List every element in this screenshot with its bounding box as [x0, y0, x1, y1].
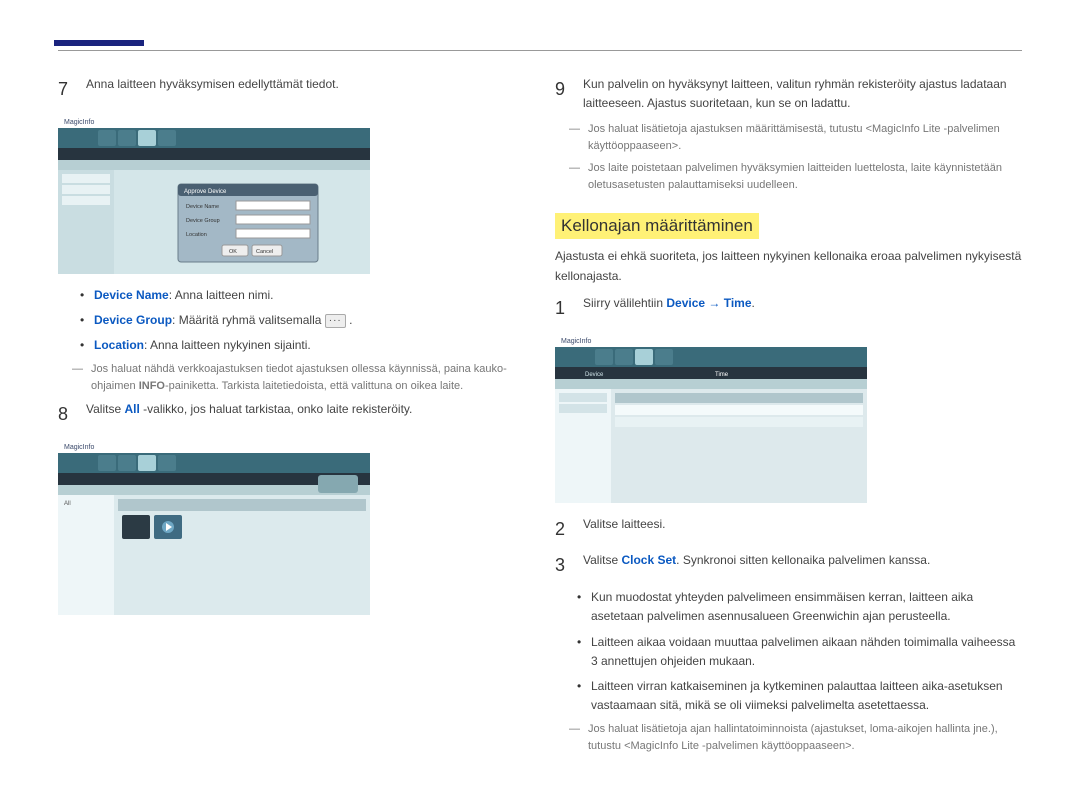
step-9: 9 Kun palvelin on hyväksynyt laitteen, v… [555, 75, 1022, 113]
term: Location [94, 338, 144, 352]
step-text: Valitse All -valikko, jos haluat tarkist… [86, 400, 525, 429]
step-number: 8 [58, 400, 74, 429]
step-number: 7 [58, 75, 74, 104]
step-1: 1 Siirry välilehtiin Device → Time. [555, 294, 1022, 323]
step-text: Anna laitteen hyväksymisen edellyttämät … [86, 75, 525, 104]
step-text: Valitse laitteesi. [583, 515, 1022, 544]
bullet-device-group: Device Group: Määritä ryhmä valitsemalla… [78, 311, 525, 330]
right-column: 9 Kun palvelin on hyväksynyt laitteen, v… [555, 75, 1022, 760]
header-rule [58, 50, 1022, 51]
bullet-r1: Kun muodostat yhteyden palvelimeen ensim… [575, 588, 1022, 626]
bullet-r3: Laitteen virran katkaiseminen ja kytkemi… [575, 677, 1022, 715]
svg-text:Device Name: Device Name [186, 204, 219, 210]
svg-text:Location: Location [186, 232, 207, 238]
bullet-list-right: Kun muodostat yhteyden palvelimeen ensim… [575, 588, 1022, 715]
step-number: 3 [555, 551, 571, 580]
note-info-button: ― Jos haluat nähdä verkkoajastuksen tied… [72, 361, 525, 394]
screenshot-approve-dialog: MagicInfo Approve Dev [58, 114, 370, 274]
step-text: Valitse Clock Set. Synkronoi sitten kell… [583, 551, 1022, 580]
svg-text:Device Group: Device Group [186, 218, 220, 224]
screenshot-device-list: MagicInfo All [58, 439, 370, 615]
svg-text:Time: Time [715, 372, 729, 378]
svg-text:MagicInfo: MagicInfo [561, 338, 591, 345]
bullet-list-left: Device Name: Anna laitteen nimi. Device … [78, 286, 525, 356]
section-heading-clock: Kellonajan määrittäminen [555, 213, 759, 239]
step-text: Siirry välilehtiin Device → Time. [583, 294, 1022, 323]
svg-text:Device: Device [585, 372, 604, 378]
screenshot-device-time: MagicInfo Device Time [555, 333, 867, 503]
svg-text:OK: OK [229, 249, 237, 255]
header-accent [54, 40, 144, 46]
step-number: 2 [555, 515, 571, 544]
bullet-r2: Laitteen aikaa voidaan muuttaa palvelime… [575, 633, 1022, 671]
note-device-removed: ― Jos laite poistetaan palvelimen hyväks… [569, 160, 1022, 193]
term: Device Name [94, 288, 169, 302]
left-column: 7 Anna laitteen hyväksymisen edellyttämä… [58, 75, 525, 760]
step-8: 8 Valitse All -valikko, jos haluat tarki… [58, 400, 525, 429]
step-number: 1 [555, 294, 571, 323]
svg-text:Cancel: Cancel [256, 249, 273, 255]
dotted-button-icon: ··· [325, 314, 346, 328]
note-magicinfo-manual-1: ― Jos haluat lisätietoja ajastuksen määr… [569, 121, 1022, 154]
bullet-device-name: Device Name: Anna laitteen nimi. [78, 286, 525, 305]
step-2: 2 Valitse laitteesi. [555, 515, 1022, 544]
bullet-location: Location: Anna laitteen nykyinen sijaint… [78, 336, 525, 355]
note-magicinfo-manual-2: ― Jos haluat lisätietoja ajan hallintato… [569, 721, 1022, 754]
svg-text:All: All [64, 501, 71, 507]
logo-text: MagicInfo [64, 119, 94, 126]
step-3: 3 Valitse Clock Set. Synkronoi sitten ke… [555, 551, 1022, 580]
term: Device Group [94, 313, 172, 327]
svg-text:MagicInfo: MagicInfo [64, 444, 94, 451]
step-number: 9 [555, 75, 571, 113]
section-intro: Ajastusta ei ehkä suoriteta, jos laittee… [555, 247, 1022, 285]
step-7: 7 Anna laitteen hyväksymisen edellyttämä… [58, 75, 525, 104]
step-text: Kun palvelin on hyväksynyt laitteen, val… [583, 75, 1022, 113]
svg-text:Approve Device: Approve Device [184, 189, 227, 195]
